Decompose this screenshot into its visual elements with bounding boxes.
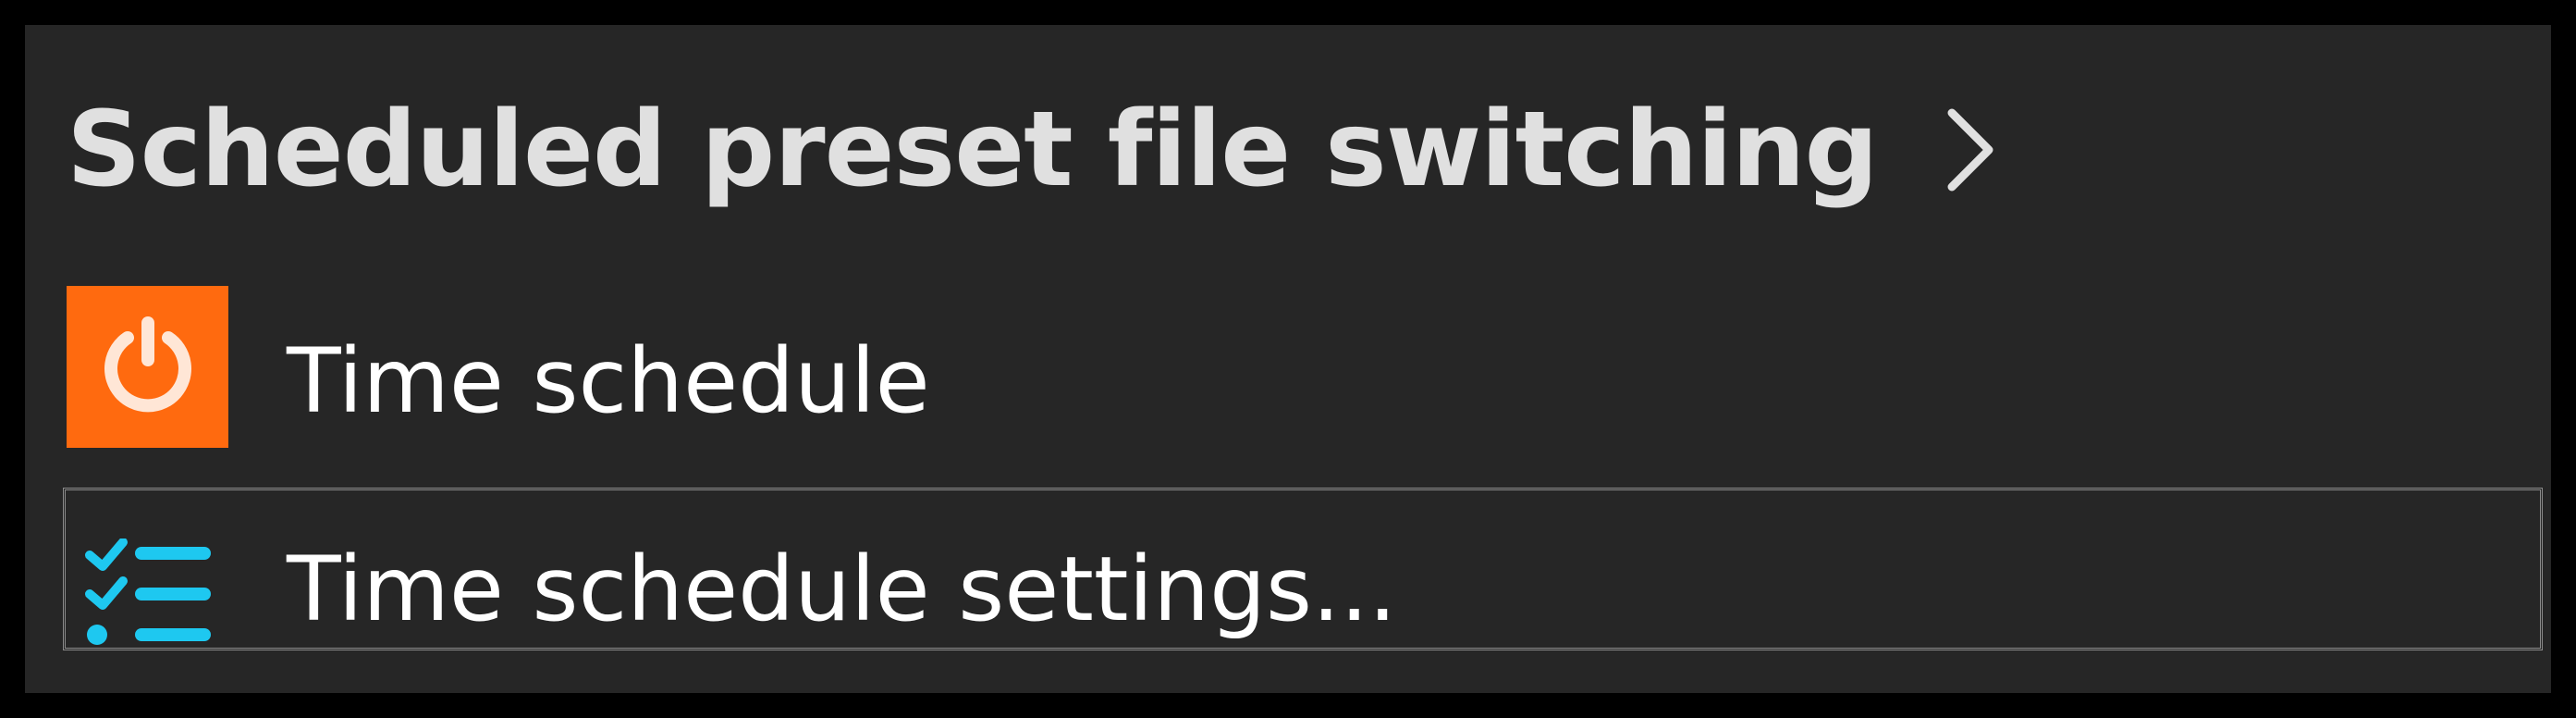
section-header[interactable]: Scheduled preset file switching xyxy=(67,85,1998,215)
preset-switching-panel: Scheduled preset file switching Time sch… xyxy=(25,25,2551,693)
time-schedule-toggle[interactable] xyxy=(67,286,228,448)
time-schedule-settings-label[interactable]: Time schedule settings... xyxy=(287,545,1397,634)
section-title: Scheduled preset file switching xyxy=(67,90,1879,210)
time-schedule-label[interactable]: Time schedule xyxy=(287,337,930,426)
checklist-icon xyxy=(85,538,211,645)
chevron-right-icon xyxy=(1947,108,1993,192)
power-icon xyxy=(104,316,191,412)
